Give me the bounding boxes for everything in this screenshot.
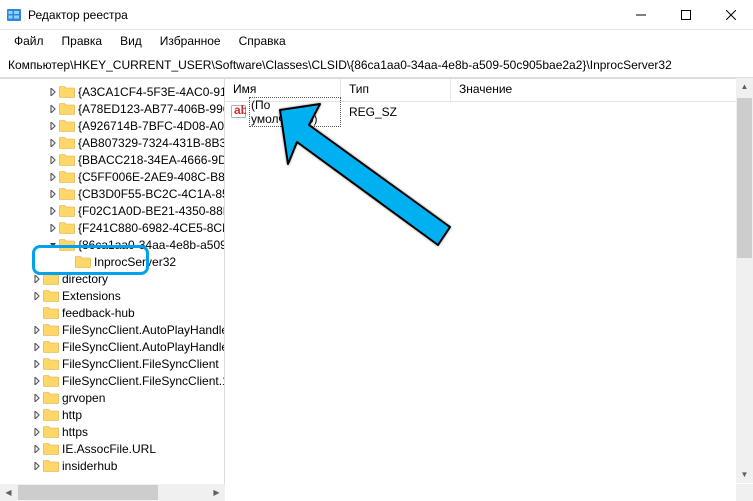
tree-item-label: IE.AssocFile.URL (62, 442, 156, 456)
tree-item[interactable]: FileSyncClient.AutoPlayHandler (0, 338, 224, 355)
chevron-right-icon[interactable] (30, 425, 43, 438)
chevron-right-icon[interactable] (30, 459, 43, 472)
tree-item[interactable]: {C5FF006E-2AE9-408C-B85E (0, 168, 224, 185)
titlebar: Редактор реестра (0, 0, 753, 30)
tree-item[interactable]: feedback-hub (0, 304, 224, 321)
string-value-icon: ab (231, 104, 246, 119)
tree-item-label: insiderhub (62, 459, 117, 473)
tree-item-label: {F02C1A0D-BE21-4350-88B0 (78, 204, 225, 218)
scroll-thumb[interactable] (737, 98, 752, 258)
chevron-right-icon[interactable] (46, 170, 59, 183)
scroll-left-button[interactable]: ◀ (0, 484, 17, 501)
tree-item[interactable]: IE.AssocFile.URL (0, 440, 224, 457)
tree-item-label: FileSyncClient.AutoPlayHandler (62, 340, 225, 354)
scroll-down-button[interactable]: ▼ (736, 466, 753, 483)
address-bar[interactable]: Компьютер\HKEY_CURRENT_USER\Software\Cla… (0, 52, 753, 78)
menu-edit[interactable]: Правка (54, 32, 111, 50)
tree-item-label: FileSyncClient.FileSyncClient (62, 357, 219, 371)
chevron-right-icon[interactable] (46, 119, 59, 132)
app-icon (6, 7, 22, 23)
chevron-right-icon[interactable] (30, 408, 43, 421)
menu-favorites[interactable]: Избранное (152, 32, 229, 50)
tree-item[interactable]: FileSyncClient.AutoPlayHandler (0, 321, 224, 338)
annotation-highlight (32, 245, 149, 275)
tree-item-label: {A3CA1CF4-5F3E-4AC0-91EB (78, 85, 225, 99)
scroll-right-button[interactable]: ▶ (208, 484, 225, 501)
tree-item-label: FileSyncClient.AutoPlayHandler (62, 323, 225, 337)
tree-item-label: {F241C880-6982-4CE5-8CF7 (78, 221, 225, 235)
chevron-right-icon[interactable] (30, 391, 43, 404)
close-icon (726, 10, 736, 20)
tree-item[interactable]: {AB807329-7324-431B-8B36 (0, 134, 224, 151)
value-type: REG_SZ (341, 105, 451, 119)
maximize-button[interactable] (663, 0, 708, 29)
maximize-icon (681, 10, 691, 20)
chevron-right-icon[interactable] (30, 357, 43, 370)
chevron-right-icon[interactable] (46, 153, 59, 166)
scroll-thumb-h[interactable] (18, 485, 158, 500)
tree-item-label: feedback-hub (62, 306, 135, 320)
tree-item[interactable]: Extensions (0, 287, 224, 304)
list-body[interactable]: ab (По умолчанию) REG_SZ (225, 102, 753, 501)
chevron-right-icon[interactable] (46, 187, 59, 200)
menu-view[interactable]: Вид (112, 32, 150, 50)
menu-help[interactable]: Справка (231, 32, 294, 50)
scroll-up-button[interactable]: ▲ (736, 78, 753, 95)
chevron-right-icon[interactable] (30, 442, 43, 455)
column-value-header[interactable]: Значение (451, 79, 753, 101)
tree-item[interactable]: {F02C1A0D-BE21-4350-88B0 (0, 202, 224, 219)
tree-item[interactable]: grvopen (0, 389, 224, 406)
menu-file[interactable]: Файл (6, 32, 52, 50)
window-title: Редактор реестра (28, 8, 618, 22)
tree-item[interactable]: {A3CA1CF4-5F3E-4AC0-91EB (0, 83, 224, 100)
tree-item[interactable]: FileSyncClient.FileSyncClient.1 (0, 372, 224, 389)
chevron-right-icon[interactable] (46, 85, 59, 98)
vertical-scrollbar[interactable]: ▲ ▼ (736, 78, 753, 483)
tree-item-label: FileSyncClient.FileSyncClient.1 (62, 374, 225, 388)
twisty-spacer (30, 306, 43, 319)
chevron-right-icon[interactable] (46, 102, 59, 115)
tree-item[interactable]: {F241C880-6982-4CE5-8CF7 (0, 219, 224, 236)
tree-item-label: {A926714B-7BFC-4D08-A03 (78, 119, 225, 133)
tree-item[interactable]: insiderhub (0, 457, 224, 474)
minimize-icon (636, 10, 646, 20)
chevron-right-icon[interactable] (46, 204, 59, 217)
chevron-right-icon[interactable] (46, 136, 59, 149)
tree-pane[interactable]: {A3CA1CF4-5F3E-4AC0-91EB {A78ED123-AB77-4… (0, 79, 225, 501)
tree-item[interactable]: http (0, 406, 224, 423)
tree-item[interactable]: {CB3D0F55-BC2C-4C1A-85E (0, 185, 224, 202)
tree-item-label: {BBACC218-34EA-4666-9D7 (78, 153, 225, 167)
list-pane: Имя Тип Значение ab (По умолчанию) REG_S… (225, 79, 753, 501)
svg-text:ab: ab (234, 104, 246, 117)
chevron-right-icon[interactable] (30, 323, 43, 336)
chevron-right-icon[interactable] (46, 221, 59, 234)
close-button[interactable] (708, 0, 753, 29)
minimize-button[interactable] (618, 0, 663, 29)
tree-item-label: http (62, 408, 82, 422)
tree-item-label: {C5FF006E-2AE9-408C-B85E (78, 170, 225, 184)
menubar: Файл Правка Вид Избранное Справка (0, 30, 753, 52)
value-name: (По умолчанию) (249, 97, 341, 127)
tree-item[interactable]: {A78ED123-AB77-406B-9962 (0, 100, 224, 117)
tree-item-label: {AB807329-7324-431B-8B36 (78, 136, 225, 150)
scroll-corner (736, 484, 753, 501)
tree-item[interactable]: {A926714B-7BFC-4D08-A03 (0, 117, 224, 134)
tree-item[interactable]: FileSyncClient.FileSyncClient (0, 355, 224, 372)
column-type-header[interactable]: Тип (341, 79, 451, 101)
tree-item[interactable]: https (0, 423, 224, 440)
value-row[interactable]: ab (По умолчанию) REG_SZ (225, 102, 753, 121)
tree-item-label: {A78ED123-AB77-406B-9962 (78, 102, 225, 116)
chevron-right-icon[interactable] (30, 340, 43, 353)
content-area: {A3CA1CF4-5F3E-4AC0-91EB {A78ED123-AB77-4… (0, 78, 753, 501)
tree-item-label: grvopen (62, 391, 105, 405)
tree-item-label: https (62, 425, 88, 439)
chevron-right-icon[interactable] (30, 289, 43, 302)
tree-item[interactable]: {BBACC218-34EA-4666-9D7 (0, 151, 224, 168)
tree-item-label: Extensions (62, 289, 121, 303)
horizontal-scrollbar[interactable]: ◀ ▶ (0, 484, 225, 501)
chevron-right-icon[interactable] (30, 374, 43, 387)
tree-item-label: {CB3D0F55-BC2C-4C1A-85E (78, 187, 225, 201)
